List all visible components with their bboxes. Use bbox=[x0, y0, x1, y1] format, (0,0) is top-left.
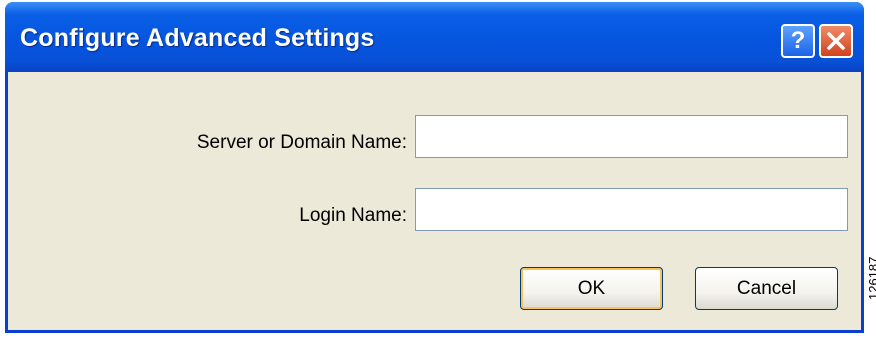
cancel-button[interactable]: Cancel bbox=[695, 267, 838, 310]
dialog-window: Configure Advanced Settings ? Server or … bbox=[5, 2, 864, 333]
dialog-body: Server or Domain Name: Login Name: OK Ca… bbox=[8, 72, 861, 330]
server-domain-input[interactable] bbox=[415, 115, 848, 158]
login-name-label: Login Name: bbox=[299, 205, 407, 226]
login-name-input[interactable] bbox=[415, 188, 848, 231]
close-icon bbox=[827, 32, 845, 50]
close-button[interactable] bbox=[819, 24, 853, 58]
help-button[interactable]: ? bbox=[781, 24, 815, 58]
server-domain-label: Server or Domain Name: bbox=[196, 132, 407, 153]
figure-id: 126187 bbox=[866, 256, 876, 300]
title-bar[interactable]: Configure Advanced Settings ? bbox=[5, 2, 864, 72]
help-icon: ? bbox=[790, 27, 806, 54]
ok-button[interactable]: OK bbox=[520, 267, 663, 310]
dialog-title: Configure Advanced Settings bbox=[20, 24, 375, 52]
